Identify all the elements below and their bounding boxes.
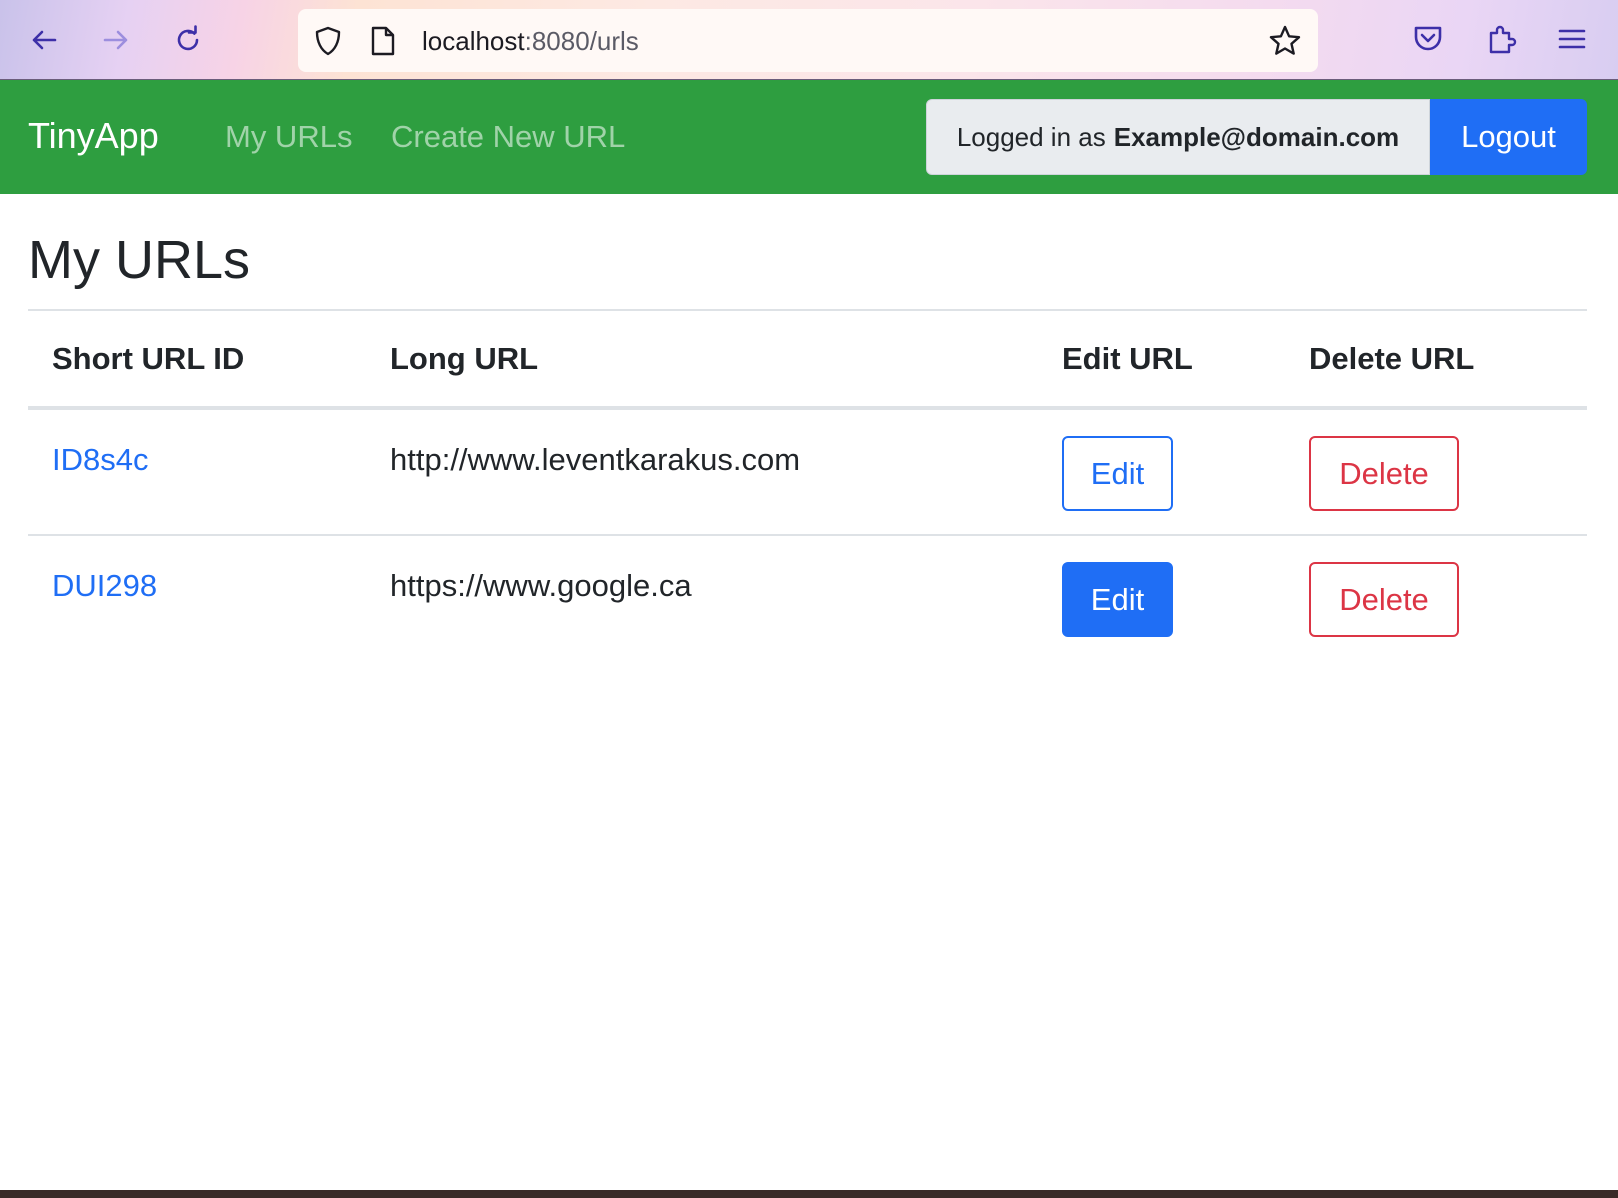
short-url-link[interactable]: ID8s4c (52, 442, 148, 478)
logout-button[interactable]: Logout (1430, 99, 1587, 175)
forward-arrow-icon (103, 30, 128, 50)
table-top-border (28, 309, 1587, 311)
address-bar[interactable]: localhost:8080/urls (298, 9, 1318, 72)
header-delete-url: Delete URL (1309, 341, 1475, 376)
reload-icon (177, 25, 199, 51)
delete-button[interactable]: Delete (1309, 562, 1459, 637)
edit-button[interactable]: Edit (1062, 562, 1173, 637)
browser-toolbar: localhost:8080/urls (0, 0, 1618, 80)
long-url-text: https://www.google.ca (390, 568, 692, 603)
url-host: localhost (422, 26, 525, 56)
header-short-url-id: Short URL ID (52, 341, 245, 376)
delete-button[interactable]: Delete (1309, 436, 1459, 511)
page-title: My URLs (28, 230, 251, 290)
url-path: :8080/urls (524, 26, 639, 56)
page-icon[interactable] (368, 25, 398, 57)
star-icon[interactable] (1268, 24, 1302, 58)
login-email: Example@domain.com (1113, 121, 1400, 152)
app-navbar: TinyApp My URLs Create New URL Logged in… (0, 80, 1618, 194)
login-prefix: Logged in as (956, 121, 1106, 152)
pocket-icon[interactable] (1411, 22, 1445, 56)
menu-icon[interactable] (1555, 22, 1589, 56)
nav-create-new-url[interactable]: Create New URL (391, 120, 625, 154)
nav-my-urls[interactable]: My URLs (225, 120, 352, 154)
forward-button[interactable] (92, 16, 140, 64)
extensions-icon[interactable] (1484, 22, 1518, 56)
edit-button[interactable]: Edit (1062, 436, 1173, 511)
shield-icon[interactable] (312, 25, 344, 57)
login-status: Logged in as Example@domain.com (926, 99, 1430, 175)
reload-button[interactable] (164, 16, 212, 64)
table-row: ID8s4c http://www.leventkarakus.com Edit… (28, 410, 1587, 536)
back-arrow-icon (32, 30, 57, 50)
header-edit-url: Edit URL (1062, 341, 1193, 376)
header-long-url: Long URL (390, 341, 539, 376)
window-bottom-edge (0, 1190, 1618, 1198)
short-url-link[interactable]: DUI298 (52, 568, 157, 604)
back-button[interactable] (20, 16, 68, 64)
brand-link[interactable]: TinyApp (28, 116, 159, 156)
table-row: DUI298 https://www.google.ca Edit Delete (28, 536, 1587, 662)
url-text[interactable]: localhost:8080/urls (422, 26, 639, 56)
long-url-text: http://www.leventkarakus.com (390, 442, 801, 477)
